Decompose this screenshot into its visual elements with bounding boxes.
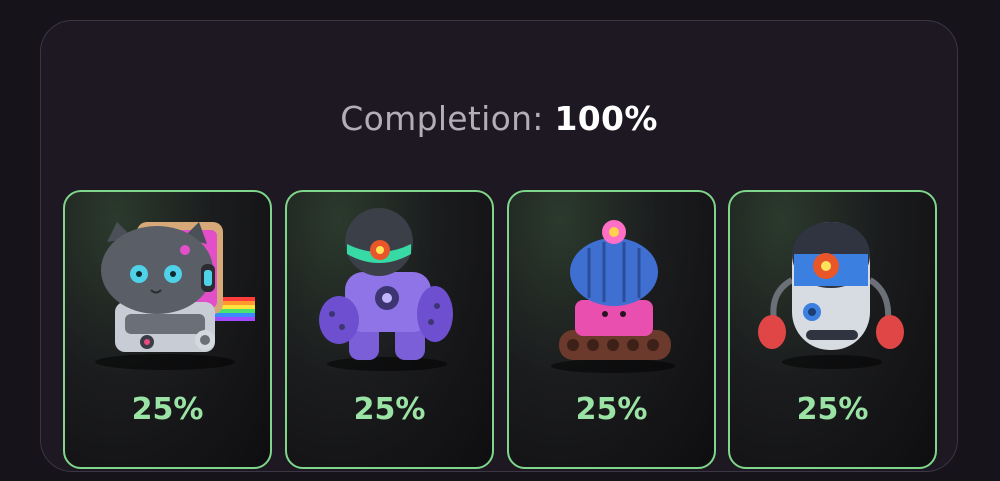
- completion-label: Completion:: [340, 99, 544, 138]
- boxer-capsule-robot-image: [758, 222, 904, 369]
- completion-heading: Completion: 100%: [41, 99, 957, 138]
- cactus-tank-robot-image: [551, 220, 675, 373]
- card-percent: 25%: [796, 392, 869, 427]
- nft-card-cat-robot[interactable]: 25%: [63, 190, 272, 469]
- astronaut-robot-image: [319, 208, 453, 371]
- completion-value: 100%: [554, 99, 658, 138]
- card-percent: 25%: [353, 392, 426, 427]
- card-percent: 25%: [575, 392, 648, 427]
- cat-robot-image: [95, 222, 255, 370]
- nft-card-astronaut-robot[interactable]: 25%: [285, 190, 494, 469]
- nft-card-cactus-tank-robot[interactable]: 25%: [507, 190, 716, 469]
- card-percent: 25%: [131, 392, 204, 427]
- nft-card-boxer-capsule-robot[interactable]: 25%: [728, 190, 937, 469]
- completion-panel: Completion: 100% 25% 25% 25% 25%: [40, 20, 958, 472]
